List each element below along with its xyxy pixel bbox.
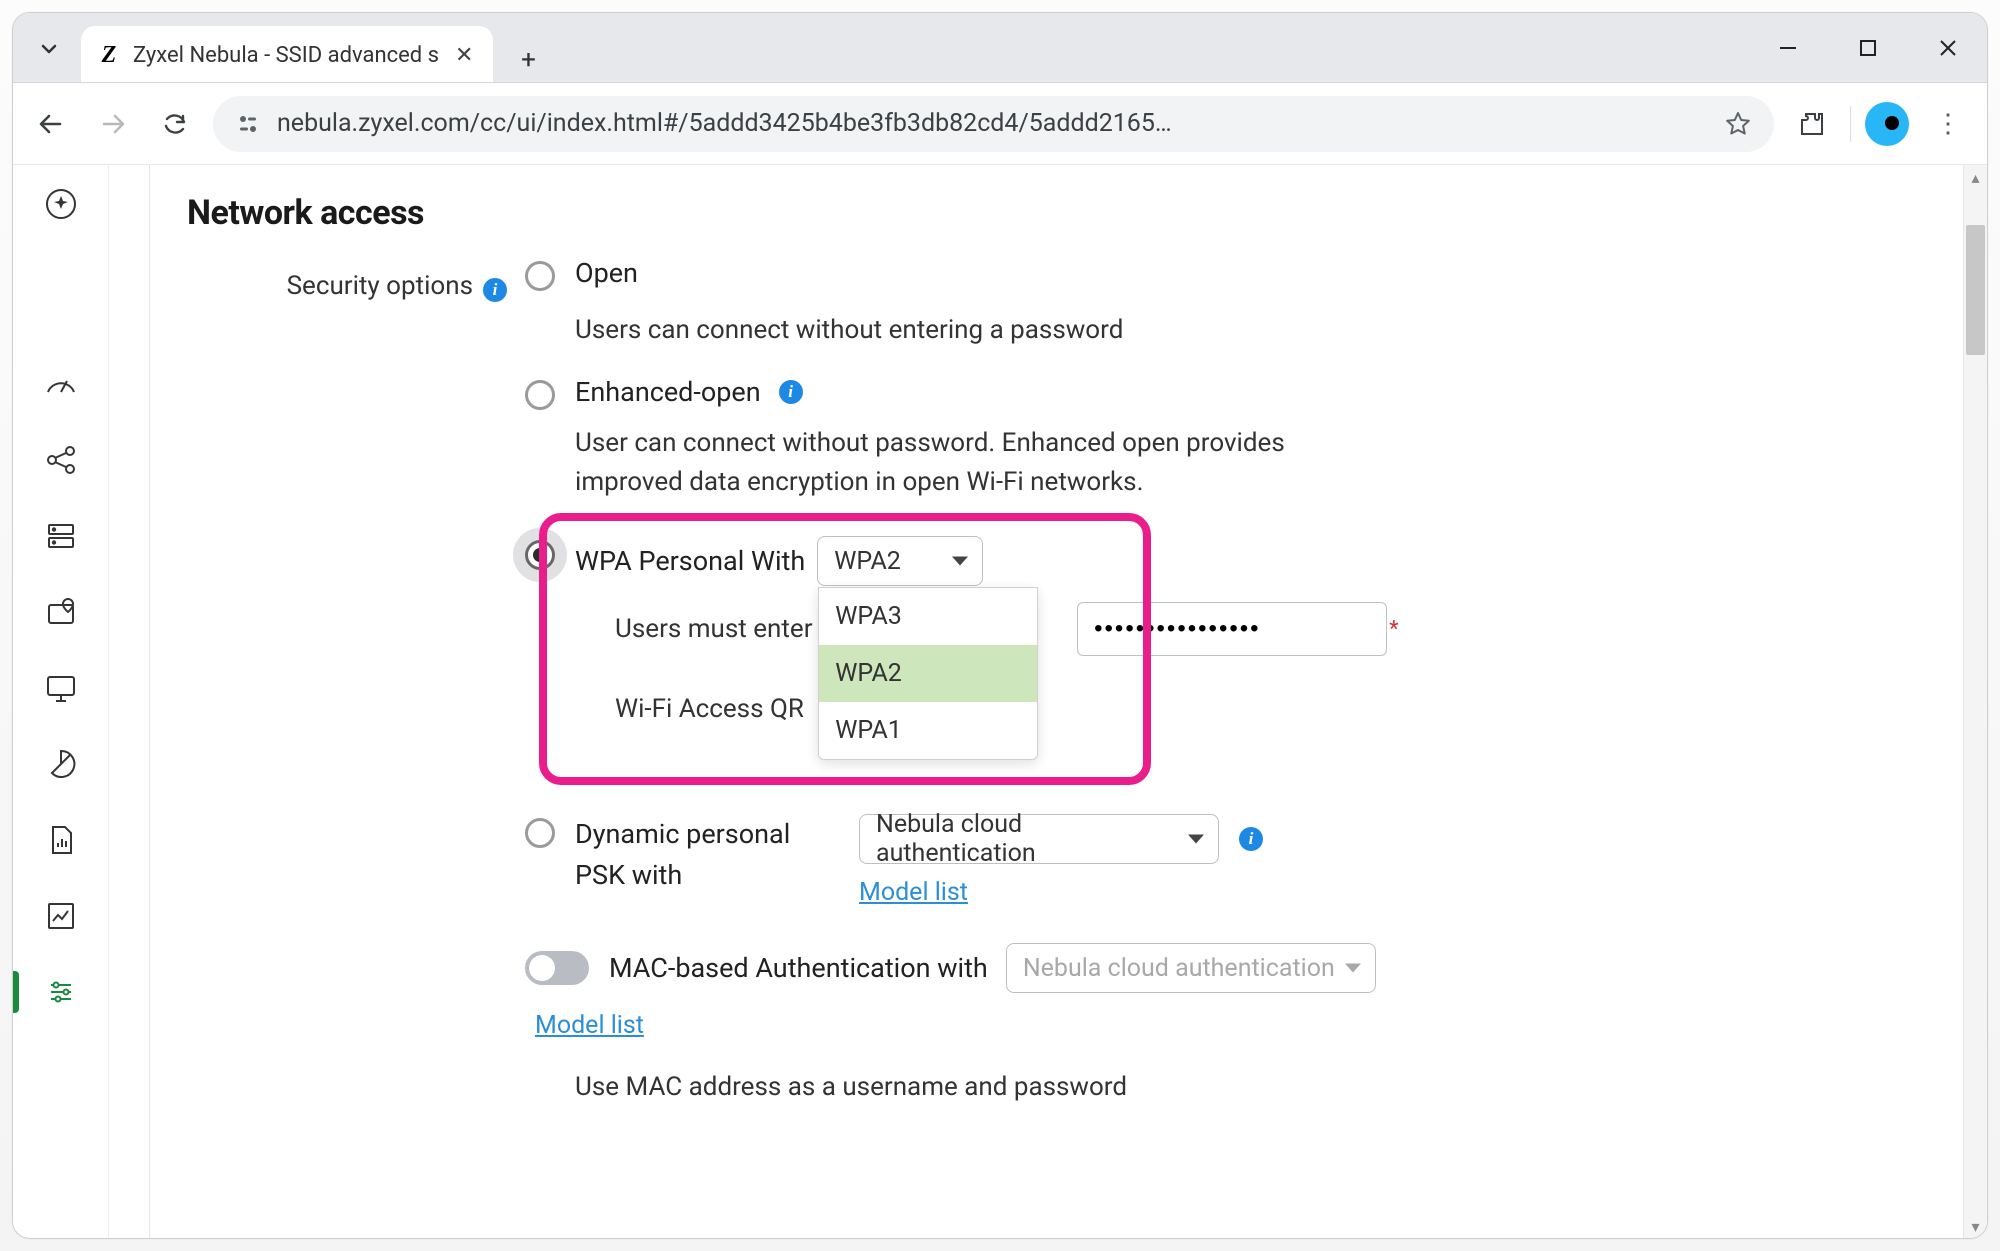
reload-icon: [161, 110, 189, 138]
radio-wpa-personal-label: WPA Personal With: [575, 545, 805, 577]
forward-button[interactable]: [89, 100, 137, 148]
sparkle-icon: [43, 186, 79, 222]
scrollbar[interactable]: ▴ ▾: [1963, 165, 1987, 1238]
mac-auth-label: MAC-based Authentication with: [609, 952, 988, 984]
browser-tab[interactable]: Z Zyxel Nebula - SSID advanced s ✕: [81, 26, 493, 84]
mac-auth-select[interactable]: Nebula cloud authentication: [1006, 943, 1376, 993]
wpa-option-wpa1[interactable]: WPA1: [819, 702, 1037, 759]
radio-open-label: Open: [575, 257, 1931, 289]
mac-model-list-link[interactable]: Model list: [535, 1011, 644, 1040]
section-title: Network access: [187, 193, 1931, 233]
wpa-mode-dropdown: WPA3 WPA2 WPA1: [818, 587, 1038, 760]
window-maximize-button[interactable]: [1843, 23, 1893, 73]
chevron-down-icon: [39, 39, 59, 59]
share-icon: [44, 443, 78, 477]
info-icon[interactable]: i: [779, 380, 803, 404]
server-icon: [44, 519, 78, 553]
radio-open-desc: Users can connect without entering a pas…: [575, 311, 1931, 350]
back-button[interactable]: [27, 100, 75, 148]
scroll-down-button[interactable]: ▾: [1964, 1214, 1987, 1238]
bookmark-button[interactable]: [1722, 108, 1754, 140]
url-text: nebula.zyxel.com/cc/ui/index.html#/5addd…: [277, 109, 1708, 138]
close-tab-button[interactable]: ✕: [449, 43, 479, 68]
radio-dynamic-psk[interactable]: [525, 818, 555, 848]
dppsk-auth-select[interactable]: Nebula cloud authentication: [859, 814, 1219, 864]
sidebar-item-clients[interactable]: [13, 667, 108, 709]
dppsk-model-list-link[interactable]: Model list: [859, 878, 1263, 907]
map-pin-icon: [44, 595, 78, 629]
trend-icon: [44, 899, 78, 933]
mac-auth-toggle[interactable]: [525, 951, 589, 985]
pie-chart-icon: [44, 747, 78, 781]
scroll-up-button[interactable]: ▴: [1964, 165, 1987, 189]
sliders-icon: [44, 975, 78, 1009]
wifi-qr-label: Wi-Fi Access QR: [615, 694, 1931, 724]
required-asterisk: *: [1389, 617, 1398, 642]
radio-enhanced-open-label: Enhanced-open: [575, 376, 761, 408]
main-panel: Network access Security options i Open: [109, 165, 1987, 1238]
tab-favicon-icon: Z: [95, 41, 123, 69]
info-icon[interactable]: i: [1239, 827, 1263, 851]
info-icon[interactable]: i: [483, 278, 507, 302]
wpa-desc-prefix: Users must enter: [615, 614, 813, 644]
tab-title: Zyxel Nebula - SSID advanced s: [133, 43, 439, 68]
address-bar-row: nebula.zyxel.com/cc/ui/index.html#/5addd…: [13, 83, 1987, 165]
reload-button[interactable]: [151, 100, 199, 148]
mac-auth-desc: Use MAC address as a username and passwo…: [575, 1068, 1931, 1107]
sidebar-item-ai[interactable]: [13, 183, 108, 225]
radio-open[interactable]: [525, 261, 555, 291]
radio-enhanced-open[interactable]: [525, 380, 555, 410]
star-icon: [1724, 110, 1752, 138]
radio-dynamic-psk-label: Dynamic personal PSK with: [575, 814, 835, 895]
radio-wpa-personal[interactable]: [525, 540, 555, 570]
sidebar-item-dashboard[interactable]: [13, 363, 108, 405]
wpa-password-input[interactable]: [1077, 602, 1387, 656]
sidebar-item-analytics[interactable]: [13, 895, 108, 937]
scroll-thumb[interactable]: [1966, 225, 1985, 355]
sidebar-item-logs[interactable]: [13, 819, 108, 861]
radio-enhanced-open-desc: User can connect without password. Enhan…: [575, 424, 1315, 502]
sidebar-item-map[interactable]: [13, 591, 108, 633]
site-settings-icon[interactable]: [233, 109, 263, 139]
sidebar-item-configure[interactable]: [13, 971, 108, 1013]
browser-menu-button[interactable]: ⋮: [1923, 109, 1973, 139]
arrow-left-icon: [36, 109, 66, 139]
new-tab-button[interactable]: +: [505, 37, 551, 83]
browser-tab-strip: Z Zyxel Nebula - SSID advanced s ✕ +: [13, 13, 1987, 83]
wpa-option-wpa3[interactable]: WPA3: [819, 588, 1037, 645]
tab-search-button[interactable]: [25, 25, 73, 73]
app-sidebar: [13, 165, 109, 1238]
puzzle-icon: [1798, 110, 1826, 138]
address-bar[interactable]: nebula.zyxel.com/cc/ui/index.html#/5addd…: [213, 96, 1774, 152]
gauge-icon: [44, 367, 78, 401]
sidebar-item-devices[interactable]: [13, 515, 108, 557]
security-options-label: Security options: [287, 271, 473, 301]
window-close-button[interactable]: [1923, 23, 1973, 73]
window-minimize-button[interactable]: [1763, 23, 1813, 73]
wpa-mode-select[interactable]: WPA2 WPA3 WPA2 WPA1: [817, 536, 983, 586]
profile-button[interactable]: [1865, 102, 1909, 146]
wpa-option-wpa2[interactable]: WPA2: [819, 645, 1037, 702]
sidebar-item-reports[interactable]: [13, 743, 108, 785]
sidebar-item-topology[interactable]: [13, 439, 108, 481]
file-chart-icon: [44, 823, 78, 857]
extensions-button[interactable]: [1788, 100, 1836, 148]
monitor-icon: [44, 671, 78, 705]
arrow-right-icon: [98, 109, 128, 139]
